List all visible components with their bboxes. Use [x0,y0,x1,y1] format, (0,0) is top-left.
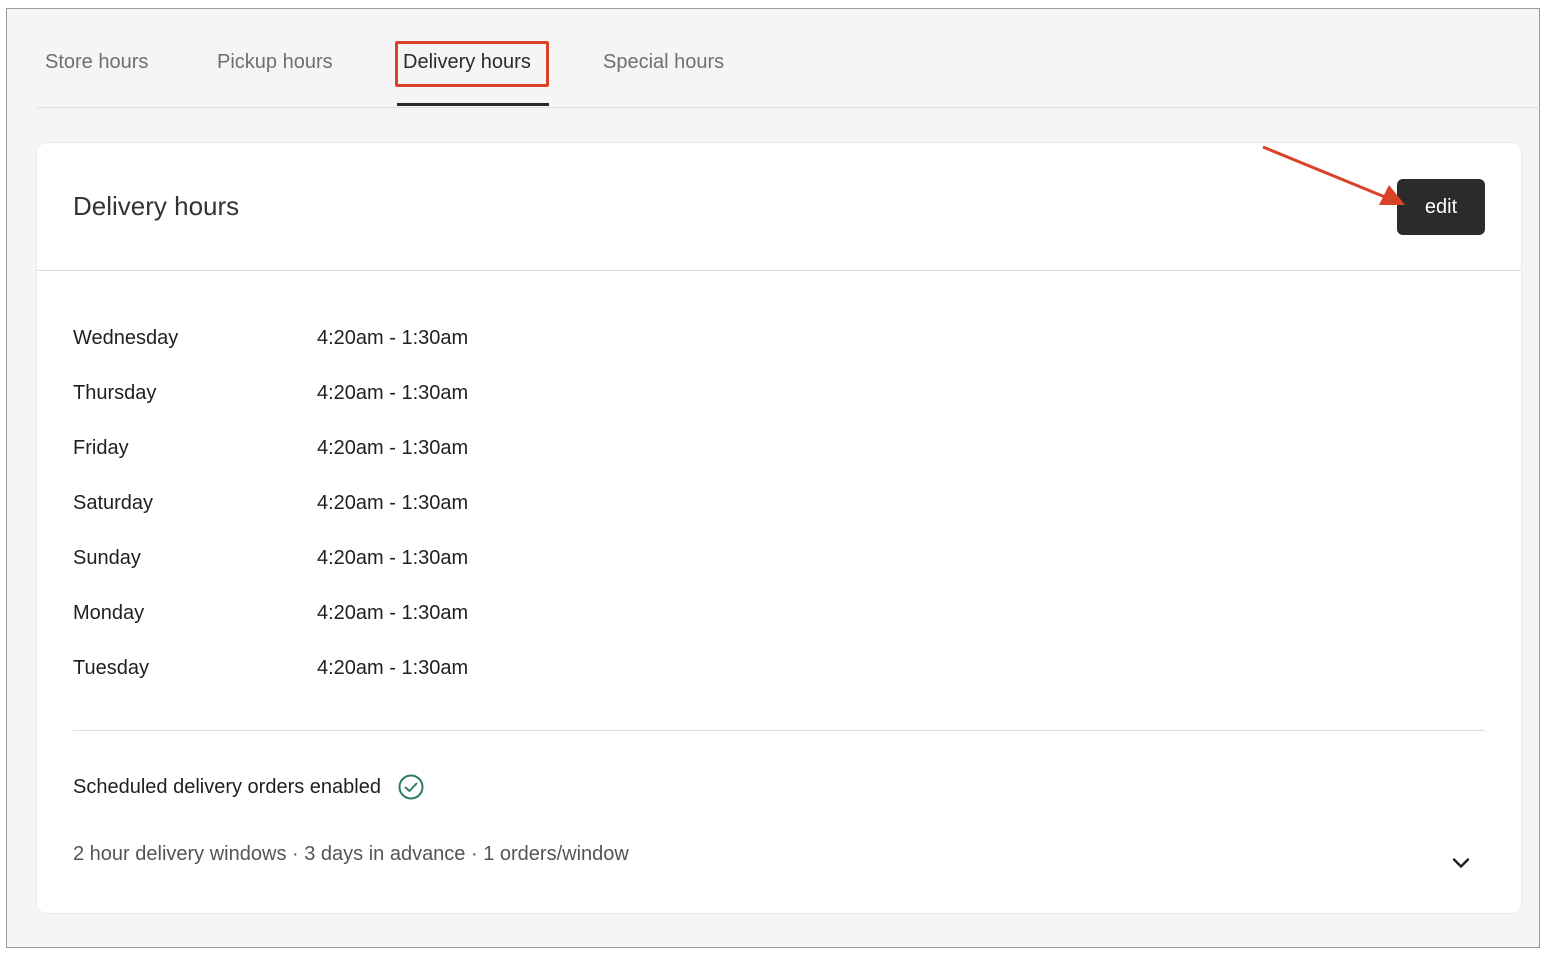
tab-pickup-hours[interactable]: Pickup hours [217,51,333,74]
hours-row: Monday 4:20am - 1:30am [73,602,673,657]
day-label: Tuesday [73,657,149,679]
time-range: 4:20am - 1:30am [317,327,469,349]
hours-row: Saturday 4:20am - 1:30am [73,492,673,547]
card-title: Delivery hours [73,191,240,221]
hours-row: Sunday 4:20am - 1:30am [73,547,673,602]
hours-list: Wednesday 4:20am - 1:30am Thursday 4:20a… [73,327,673,712]
scheduled-delivery-status: Scheduled delivery orders enabled [73,773,425,801]
time-range: 4:20am - 1:30am [317,547,469,569]
hours-row: Thursday 4:20am - 1:30am [73,382,673,437]
day-label: Sunday [73,547,141,569]
active-tab-indicator [397,103,549,106]
hours-row: Friday 4:20am - 1:30am [73,437,673,492]
day-label: Thursday [73,382,157,404]
delivery-window-details: 2 hour delivery windows · 3 days in adva… [73,843,629,865]
day-label: Wednesday [73,327,179,349]
day-label: Monday [73,602,145,624]
time-range: 4:20am - 1:30am [317,602,469,624]
annotation-arrow-icon [1262,145,1405,205]
page-frame: Store hours Pickup hours Delivery hours … [6,8,1541,948]
time-range: 4:20am - 1:30am [317,382,469,404]
day-label: Saturday [73,492,154,514]
tab-bar: Store hours Pickup hours Delivery hours … [37,9,1541,108]
hours-row: Wednesday 4:20am - 1:30am [73,327,673,382]
time-range: 4:20am - 1:30am [317,657,469,679]
scheduled-delivery-label: Scheduled delivery orders enabled [73,775,381,798]
time-range: 4:20am - 1:30am [317,437,469,459]
section-divider [73,730,1485,731]
time-range: 4:20am - 1:30am [317,492,469,514]
check-circle-icon [398,774,424,800]
tab-special-hours[interactable]: Special hours [603,51,724,74]
delivery-hours-card: Delivery hours edit Wednesday 4:20am - 1… [37,143,1521,913]
chevron-down-icon[interactable] [1449,851,1473,875]
hours-row: Tuesday 4:20am - 1:30am [73,657,673,712]
tab-store-hours[interactable]: Store hours [45,51,148,74]
annotation-highlight-box [395,41,549,87]
day-label: Friday [73,437,129,459]
